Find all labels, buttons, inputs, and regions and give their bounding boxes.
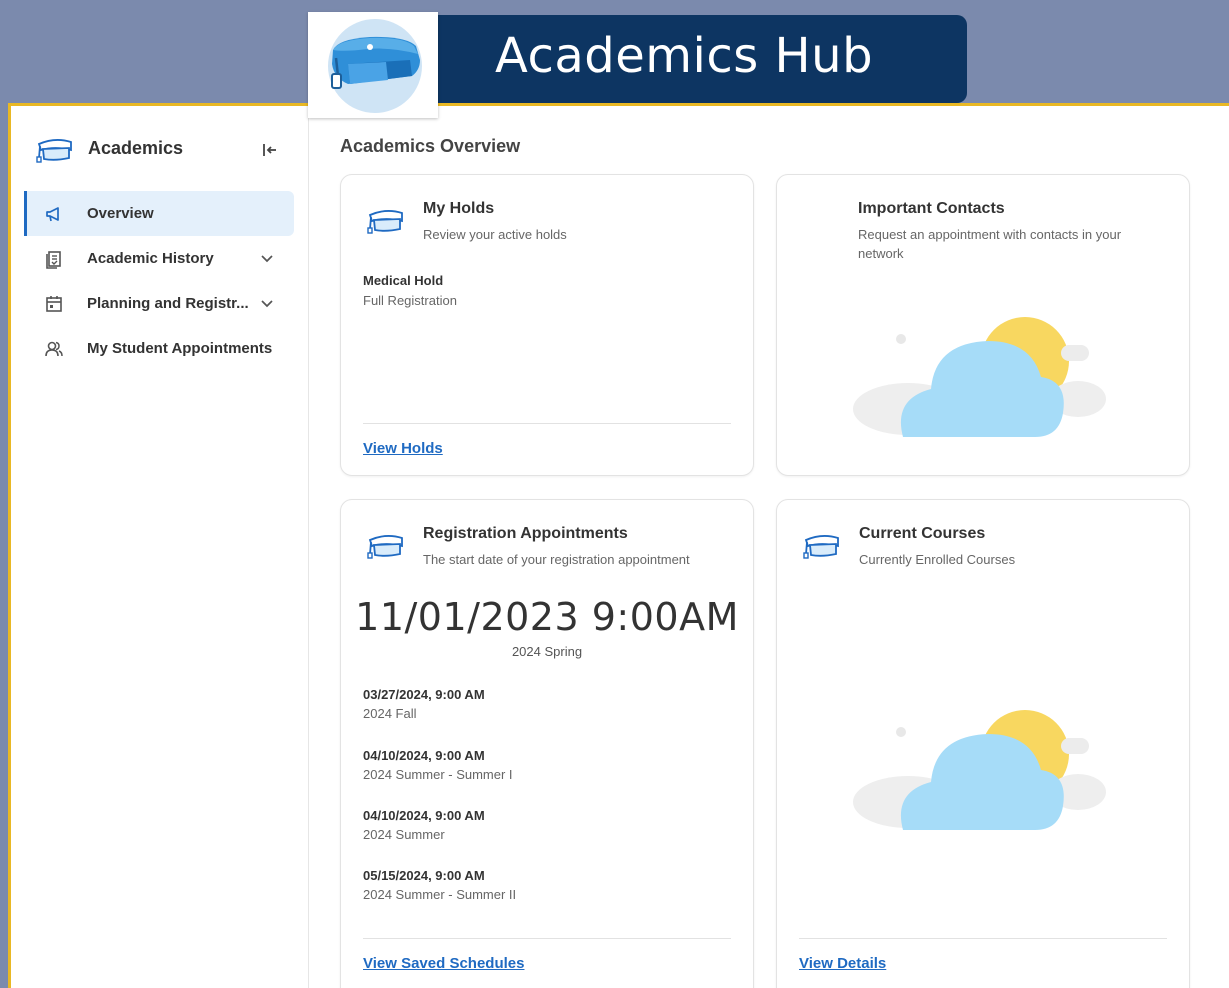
sidebar-item-overview[interactable]: Overview <box>24 191 294 236</box>
appointment-term: 2024 Summer - Summer I <box>363 767 513 782</box>
card-title: Important Contacts <box>858 200 1005 217</box>
graduation-cap-icon <box>35 136 75 169</box>
holds-card: My Holds Review your active holds Medica… <box>340 174 754 476</box>
app-window: Academics Overview Academic History Plan… <box>8 103 1229 988</box>
page-title: Academics Overview <box>340 136 521 156</box>
sidebar-item-student-appointments[interactable]: My Student Appointments <box>24 326 307 371</box>
collapse-left-icon[interactable] <box>260 140 280 160</box>
courses-card: Current Courses Currently Enrolled Cours… <box>776 499 1190 988</box>
appointment-date: 04/10/2024, 9:00 AM <box>363 748 485 763</box>
registration-term: 2024 Spring <box>511 644 583 659</box>
card-subtitle: The start date of your registration appo… <box>423 552 690 567</box>
chevron-down-icon[interactable] <box>260 252 274 266</box>
sidebar-title: Academics <box>88 138 184 158</box>
divider <box>799 938 1167 939</box>
document-icon <box>44 249 64 269</box>
graduation-cap-icon <box>801 532 843 565</box>
view-details-link[interactable]: View Details <box>799 955 886 972</box>
card-subtitle: Currently Enrolled Courses <box>859 552 1016 567</box>
empty-state-illustration <box>853 317 1106 437</box>
card-title: Current Courses <box>859 525 986 542</box>
contacts-card: Important Contacts Request an appointmen… <box>776 174 1190 476</box>
sidebar-item-academic-history[interactable]: Academic History <box>24 236 307 281</box>
banner-title: Academics Hub <box>495 28 874 84</box>
view-saved-schedules-link[interactable]: View Saved Schedules <box>363 955 524 972</box>
graduation-cap-icon <box>365 207 407 240</box>
sidebar-item-planning-registration[interactable]: Planning and Registr... <box>24 281 307 326</box>
sidebar-header: Academics <box>35 134 285 168</box>
appointment-date: 04/10/2024, 9:00 AM <box>363 808 485 823</box>
chevron-down-icon[interactable] <box>260 297 274 311</box>
appointment-date: 03/27/2024, 9:00 AM <box>363 687 485 702</box>
card-subtitle: Request an appointment with contacts in … <box>858 227 1122 261</box>
card-title: My Holds <box>423 200 495 217</box>
appointment-item: 04/10/2024, 9:00 AM 2024 Summer <box>363 808 485 842</box>
appointment-item: 04/10/2024, 9:00 AM 2024 Summer - Summer… <box>363 748 513 782</box>
view-holds-link[interactable]: View Holds <box>363 440 443 457</box>
hold-name: Medical Hold <box>363 273 444 288</box>
empty-state-illustration <box>853 710 1106 830</box>
sidebar-item-label: Overview <box>87 205 154 222</box>
divider <box>363 938 731 939</box>
users-icon <box>44 339 64 359</box>
main-content: Academics Overview My Holds Review your … <box>309 106 1229 988</box>
registration-card: Registration Appointments The start date… <box>340 499 754 988</box>
card-title: Registration Appointments <box>423 525 628 542</box>
graduation-cap-icon <box>365 532 407 565</box>
card-subtitle: Review your active holds <box>423 227 567 242</box>
sidebar-item-label: Planning and Registr... <box>87 295 249 312</box>
graduation-cap-icon <box>308 12 438 118</box>
hold-type: Full Registration <box>363 293 457 308</box>
appointment-item: 03/27/2024, 9:00 AM 2024 Fall <box>363 687 485 721</box>
banner-title-box: Academics Hub <box>415 15 967 103</box>
registration-date: 11/01/2023 9:00AM <box>355 595 739 639</box>
appointment-item: 05/15/2024, 9:00 AM 2024 Summer - Summer… <box>363 868 516 902</box>
sidebar-nav: Overview Academic History Planning and R… <box>24 191 307 371</box>
calendar-icon <box>44 294 64 314</box>
sidebar-item-label: My Student Appointments <box>87 340 273 357</box>
megaphone-icon <box>44 204 64 224</box>
appointment-term: 2024 Fall <box>363 706 417 721</box>
divider <box>363 423 731 424</box>
sidebar: Academics Overview Academic History Plan… <box>11 106 309 988</box>
appointment-term: 2024 Summer - Summer II <box>363 887 517 902</box>
sidebar-item-label: Academic History <box>87 250 214 267</box>
appointment-date: 05/15/2024, 9:00 AM <box>363 868 485 883</box>
appointment-term: 2024 Summer <box>363 827 445 842</box>
